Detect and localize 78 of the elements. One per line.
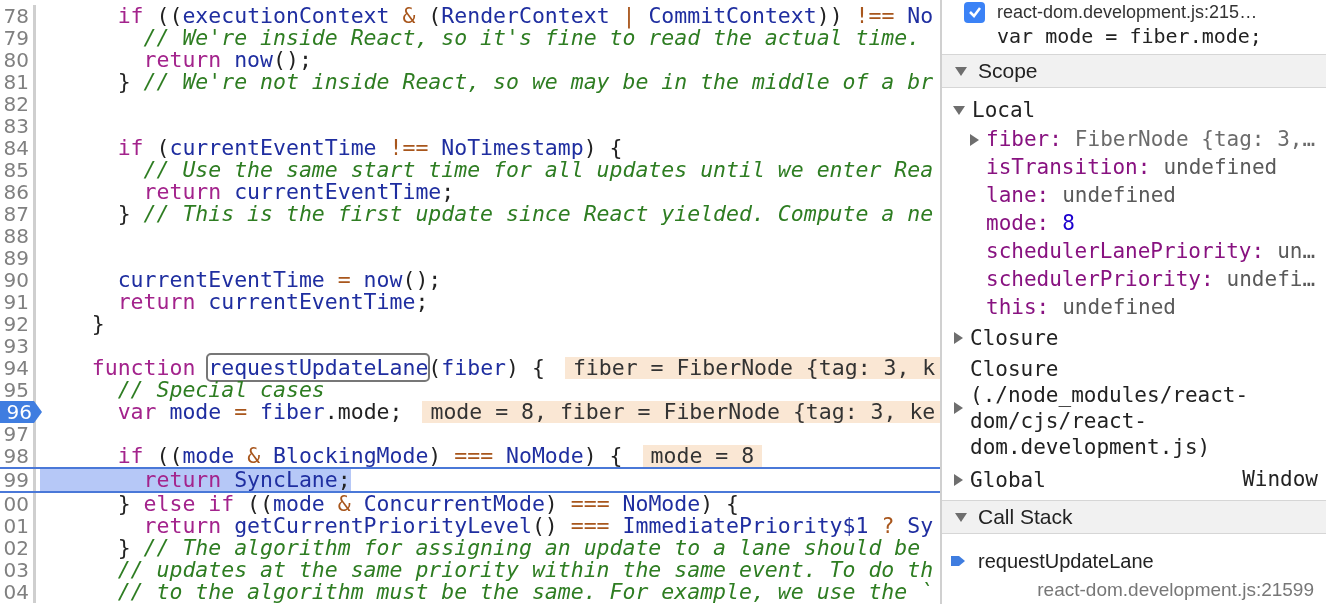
line-number: 80	[3, 50, 29, 70]
code-line: } // We're not inside React, so we may be in the middle of a br	[116, 71, 934, 93]
code-line: } // The algorithm for assigning an update to a lane should be	[116, 537, 921, 559]
code-line: // Special cases	[116, 379, 325, 401]
line-number: 95	[3, 380, 29, 400]
code-line: // Use the same start time for all updates until we enter Rea	[142, 159, 934, 181]
line-number: 90	[3, 270, 29, 290]
triangle-right-icon[interactable]	[952, 472, 964, 487]
line-number: 99	[3, 470, 29, 490]
section-header[interactable]: Call Stack	[942, 499, 1326, 534]
breakpoint-location[interactable]: react-dom.development.js:215…	[997, 0, 1258, 26]
code-line: } // This is the first update since React yielded. Compute a ne	[116, 203, 934, 225]
line-number: 88	[3, 226, 29, 246]
line-number: 91	[3, 292, 29, 312]
section-title: Call Stack	[978, 503, 1073, 530]
code-line: }	[90, 313, 105, 335]
code-line: return now();	[142, 49, 312, 71]
line-number: 01	[3, 516, 29, 536]
section-title: Scope	[978, 58, 1038, 85]
code-line: } else if ((mode & ConcurrentMode) === NoMode) {	[116, 493, 740, 515]
inline-value: mode = 8, fiber = FiberNode {tag: 3, ke	[422, 401, 940, 423]
inline-value: fiber = FiberNode {tag: 3, k	[564, 357, 940, 379]
line-number: 78	[3, 6, 29, 26]
property-value: 8	[1062, 210, 1075, 238]
code-line: if ((executionContext & (RenderContext | CommitContext)) !== No	[116, 5, 934, 27]
code-line: // updates at the same priority within the same event. To do th	[116, 559, 934, 581]
property-value: undefined	[1062, 182, 1176, 210]
breakpoint-code: var mode = fiber.mode;	[996, 24, 1263, 48]
line-number: 04	[3, 582, 29, 602]
checkmark-icon	[967, 5, 982, 19]
triangle-right-icon[interactable]	[968, 133, 980, 147]
breakpoint-marker[interactable]: 96	[0, 401, 42, 423]
scope-group[interactable]: Closure	[970, 325, 1059, 351]
line-number: 89	[3, 248, 29, 268]
scope-group[interactable]: Global	[970, 466, 1046, 493]
line-number: 86	[3, 182, 29, 202]
code-line: return currentEventTime;	[116, 291, 429, 313]
line-number: 83	[3, 116, 29, 136]
line-number: 02	[3, 538, 29, 558]
code-line: currentEventTime = now();	[116, 269, 442, 291]
section-header[interactable]: Scope	[942, 54, 1326, 88]
code-line: // We're inside React, so it's fine to read the actual time.	[142, 27, 921, 49]
line-number: 93	[3, 336, 29, 356]
line-number: 81	[3, 72, 29, 92]
inline-value: mode = 8	[642, 445, 763, 467]
checkbox[interactable]	[964, 1, 985, 23]
code-line: if ((mode & BlockingMode) === NoMode) {	[116, 445, 623, 467]
line-number: 85	[3, 160, 29, 180]
line-number: 79	[3, 28, 29, 48]
triangle-down-icon[interactable]	[954, 65, 968, 77]
property-value: FiberNode {tag: 3,…	[1074, 126, 1316, 154]
code-line: var mode = fiber.mode;	[116, 401, 403, 423]
triangle-down-icon[interactable]	[952, 104, 966, 116]
frame-location: react-dom.development.js:21599	[1037, 577, 1314, 602]
line-number: 97	[3, 424, 29, 444]
code-line: if (currentEventTime !== NoTimestamp) {	[116, 137, 623, 159]
property-value: un…	[1277, 238, 1316, 266]
code-line: return getCurrentPriorityLevel() === ImmediatePriority$1 ? Sy	[142, 515, 934, 537]
line-number: 03	[3, 560, 29, 580]
triangle-right-icon[interactable]	[952, 401, 964, 415]
line-number: 82	[3, 94, 29, 114]
line-number: 94	[3, 358, 29, 378]
code-line: // to the algorithm must be the same. For example, we use the `	[116, 581, 934, 603]
line-number: 84	[3, 138, 29, 158]
line-number: 00	[3, 494, 29, 514]
property-value: undefined	[1062, 294, 1176, 322]
triangle-right-icon[interactable]	[952, 331, 964, 345]
line-number: 92	[3, 314, 29, 334]
scope-group[interactable]: Local	[972, 97, 1036, 123]
triangle-down-icon[interactable]	[954, 510, 968, 523]
line-number: 87	[3, 204, 29, 224]
scope-group[interactable]: Closure (./node_modules/react-dom/cjs/react-dom.development.js)	[970, 356, 1292, 460]
code-line: return currentEventTime;	[142, 181, 455, 203]
property-value: undefi…	[1226, 266, 1316, 294]
frame-function: requestUpdateLane	[978, 548, 1154, 574]
scope-value: Window	[1242, 466, 1319, 493]
line-number: 98	[3, 446, 29, 466]
property-value: undefined	[1163, 154, 1278, 182]
